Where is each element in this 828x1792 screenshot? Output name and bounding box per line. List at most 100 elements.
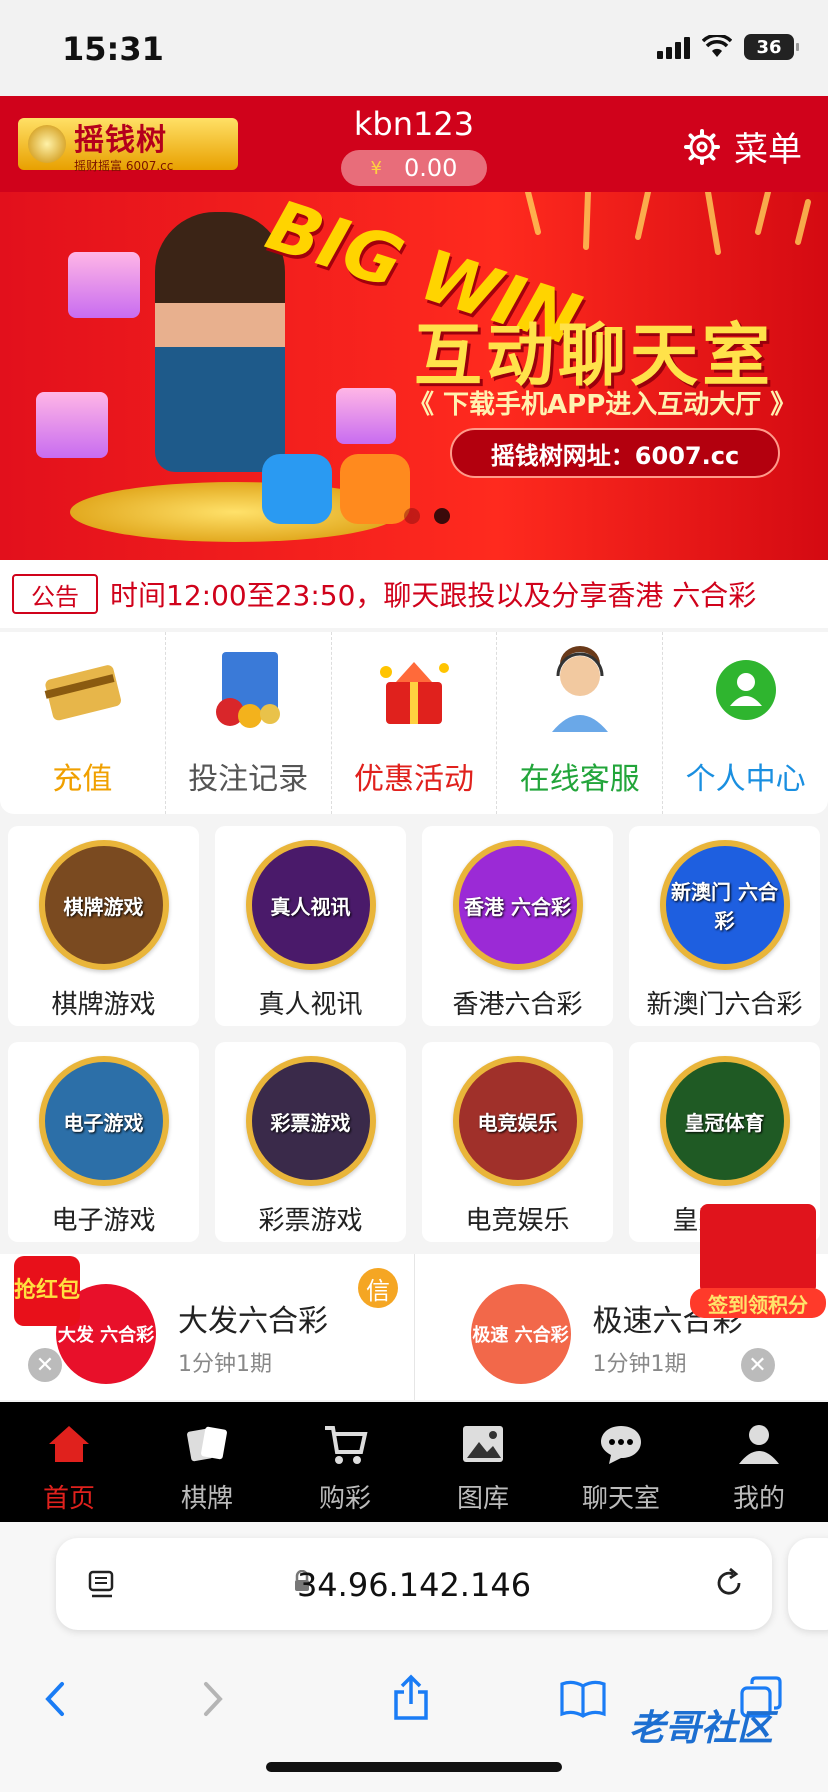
promo-banner[interactable]: BIG WIN 互动聊天室 《 下载手机APP进入互动大厅 》 摇钱树网址：60… xyxy=(0,192,828,560)
gift-box-decoration xyxy=(36,392,108,458)
quick-link-bet-records[interactable]: 投注记录 xyxy=(166,632,332,814)
currency-symbol: ¥ xyxy=(370,157,382,179)
tab-home[interactable]: 首页 xyxy=(0,1402,138,1522)
game-label: 香港六合彩 xyxy=(452,990,583,1020)
address-bar[interactable]: 34.96.142.146 xyxy=(56,1538,772,1630)
lottery-period: 1分钟1期 xyxy=(592,1352,687,1377)
watermark-logo: 老哥社区 xyxy=(628,1708,773,1749)
quick-link-label: 在线客服 xyxy=(519,762,640,797)
game-label: 彩票游戏 xyxy=(258,1206,363,1236)
tab-chess[interactable]: 棋牌 xyxy=(138,1402,276,1522)
gift-box-decoration xyxy=(336,388,396,444)
app-header: 摇钱树 摇财摇富 6007.cc kbn123 ¥ 0.00 菜单 xyxy=(0,96,828,192)
quick-link-promotions[interactable]: 优惠活动 xyxy=(332,632,498,814)
message-badge[interactable]: 信 xyxy=(358,1268,398,1308)
close-icon[interactable]: ✕ xyxy=(740,1348,775,1382)
game-badge: 彩票游戏 xyxy=(245,1056,376,1186)
tab-chat-room[interactable]: 聊天室 xyxy=(552,1402,690,1522)
lottery-name: 大发六合彩 xyxy=(178,1304,328,1339)
quick-link-recharge[interactable]: 充值 xyxy=(0,632,166,814)
quick-link-label: 个人中心 xyxy=(685,762,806,797)
game-badge-text: 真人视讯 xyxy=(270,894,351,919)
tab-buy-lottery[interactable]: 购彩 xyxy=(276,1402,414,1522)
quick-link-profile[interactable]: 个人中心 xyxy=(663,632,828,814)
carousel-dot-active[interactable] xyxy=(434,508,450,524)
customer-service-icon xyxy=(551,646,608,732)
close-icon[interactable]: ✕ xyxy=(28,1348,62,1382)
tab-label: 聊天室 xyxy=(581,1484,660,1514)
user-icon xyxy=(739,1425,779,1464)
game-badge: 香港 六合彩 xyxy=(452,840,583,970)
next-tab-preview[interactable] xyxy=(788,1538,828,1630)
notice-bar[interactable]: 公告 时间12:00至23:50，聊天跟投以及分享香港 六合彩 xyxy=(0,560,828,628)
forward-icon[interactable] xyxy=(186,1674,236,1724)
tab-label: 图库 xyxy=(456,1484,509,1514)
app-icon-blue xyxy=(262,454,332,524)
gift-icon xyxy=(379,662,449,724)
tab-label: 我的 xyxy=(732,1484,785,1514)
wifi-icon xyxy=(702,35,732,57)
game-card-hk-marksix[interactable]: 香港 六合彩 香港六合彩 xyxy=(422,826,613,1026)
balance-pill[interactable]: ¥ 0.00 xyxy=(341,150,487,186)
tab-mine[interactable]: 我的 xyxy=(690,1402,828,1522)
game-badge: 皇冠体育 xyxy=(659,1056,790,1186)
status-bar: 15:31 36 xyxy=(0,0,828,96)
cart-icon xyxy=(325,1426,368,1464)
game-badge-text: 电竞娱乐 xyxy=(477,1110,558,1135)
status-icons: 36 xyxy=(657,34,799,60)
user-icon xyxy=(715,660,776,720)
logo-subtext: 摇财摇富 6007.cc xyxy=(74,159,174,173)
game-badge-text: 皇冠体育 xyxy=(684,1110,765,1135)
red-envelope-icon xyxy=(700,1204,816,1294)
game-badge-text: 新澳门 六合彩 xyxy=(671,880,778,933)
chat-icon xyxy=(601,1426,641,1464)
tab-label: 首页 xyxy=(42,1484,95,1514)
game-grid: 棋牌游戏 棋牌游戏 真人视讯 真人视讯 香港 六合彩 香港六合彩 新澳门 六合彩… xyxy=(8,826,820,1242)
money-tree-icon xyxy=(28,125,66,163)
tab-label: 购彩 xyxy=(318,1484,371,1514)
carousel-dot[interactable] xyxy=(404,508,420,524)
logo-text: 摇钱树 xyxy=(74,123,167,158)
lottery-badge-text: 极速 六合彩 xyxy=(472,1325,569,1346)
user-info: kbn123 ¥ 0.00 xyxy=(334,104,494,186)
quick-links: 充值 投注记录 优惠活动 在线客服 个人中心 xyxy=(0,632,828,814)
quick-link-customer-service[interactable]: 在线客服 xyxy=(497,632,664,814)
menu-button[interactable]: 菜单 xyxy=(684,122,802,171)
game-card-chess[interactable]: 棋牌游戏 棋牌游戏 xyxy=(8,826,199,1026)
site-logo[interactable]: 摇钱树 摇财摇富 6007.cc xyxy=(18,118,238,173)
banner-url: 摇钱树网址：6007.cc xyxy=(450,428,780,478)
sign-in-reward[interactable]: 签到领积分 xyxy=(690,1184,826,1320)
game-label: 真人视讯 xyxy=(258,990,363,1020)
red-packet-button[interactable]: 抢红包 xyxy=(14,1256,80,1326)
back-icon[interactable] xyxy=(32,1674,82,1724)
game-card-electronic[interactable]: 电子游戏 电子游戏 xyxy=(8,1042,199,1242)
gear-icon xyxy=(684,128,720,165)
game-card-lottery[interactable]: 彩票游戏 彩票游戏 xyxy=(215,1042,406,1242)
reload-icon[interactable] xyxy=(712,1566,746,1600)
game-card-live-video[interactable]: 真人视讯 真人视讯 xyxy=(215,826,406,1026)
share-icon[interactable] xyxy=(386,1674,436,1724)
quick-link-label: 充值 xyxy=(52,762,113,797)
url-text: 34.96.142.146 xyxy=(296,1566,532,1604)
quick-link-label: 投注记录 xyxy=(188,762,309,797)
game-badge: 电子游戏 xyxy=(38,1056,169,1186)
home-indicator xyxy=(266,1762,562,1772)
username: kbn123 xyxy=(353,105,475,143)
home-icon xyxy=(49,1426,89,1462)
status-time: 15:31 xyxy=(62,30,164,68)
tab-gallery[interactable]: 图库 xyxy=(414,1402,552,1522)
game-badge-text: 电子游戏 xyxy=(63,1110,144,1135)
quick-link-label: 优惠活动 xyxy=(353,762,474,797)
signal-icon xyxy=(657,35,690,59)
game-card-macau-marksix[interactable]: 新澳门 六合彩 新澳门六合彩 xyxy=(629,826,820,1026)
image-icon xyxy=(463,1426,503,1462)
lottery-ticket-icon xyxy=(216,652,281,728)
lottery-period: 1分钟1期 xyxy=(178,1352,272,1377)
game-badge-text: 彩票游戏 xyxy=(270,1110,351,1135)
banner-subtitle: 《 下载手机APP进入互动大厅 》 xyxy=(408,390,797,420)
game-label: 电竞娱乐 xyxy=(465,1206,570,1236)
notice-tag: 公告 xyxy=(12,574,98,614)
game-badge-text: 香港 六合彩 xyxy=(464,894,571,919)
bottom-tab-bar: 首页 棋牌 购彩 图库 聊天室 我的 xyxy=(0,1402,828,1522)
game-card-esports[interactable]: 电竞娱乐 电竞娱乐 xyxy=(422,1042,613,1242)
